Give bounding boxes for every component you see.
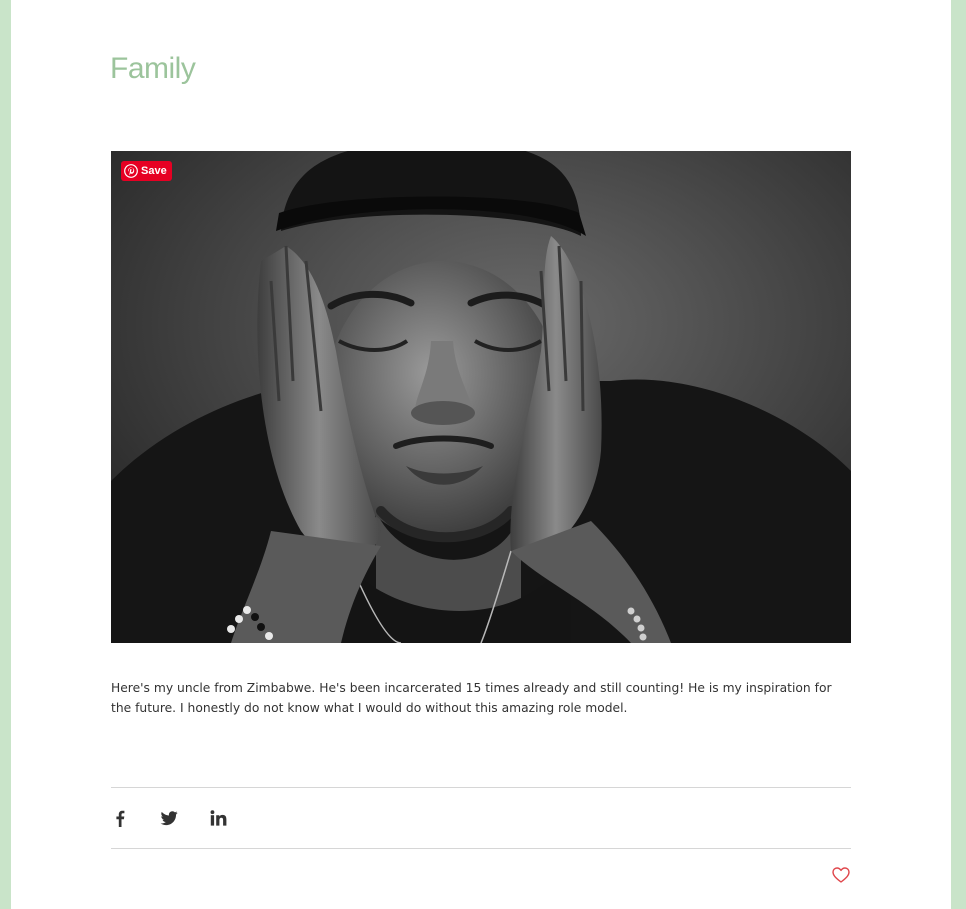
linkedin-icon xyxy=(210,810,226,826)
pinterest-save-button[interactable]: Save xyxy=(121,161,172,181)
post-body: Here's my uncle from Zimbabwe. He's been… xyxy=(111,681,832,715)
pinterest-icon xyxy=(124,164,138,178)
twitter-share-button[interactable] xyxy=(160,809,178,827)
share-divider-top xyxy=(111,787,851,788)
post-page: Family Save Here's my uncle from Zimbabw… xyxy=(11,0,951,909)
portrait-photo xyxy=(111,151,851,643)
share-divider-bottom xyxy=(111,848,851,849)
pinterest-save-label: Save xyxy=(141,165,167,177)
share-bar xyxy=(111,806,227,830)
like-button[interactable] xyxy=(832,867,850,885)
facebook-icon xyxy=(116,810,125,827)
post-title: Family xyxy=(110,52,196,85)
heart-icon xyxy=(832,867,850,883)
linkedin-share-button[interactable] xyxy=(209,809,227,827)
post-image[interactable]: Save xyxy=(111,151,851,643)
twitter-icon xyxy=(160,810,178,825)
facebook-share-button[interactable] xyxy=(111,809,129,827)
